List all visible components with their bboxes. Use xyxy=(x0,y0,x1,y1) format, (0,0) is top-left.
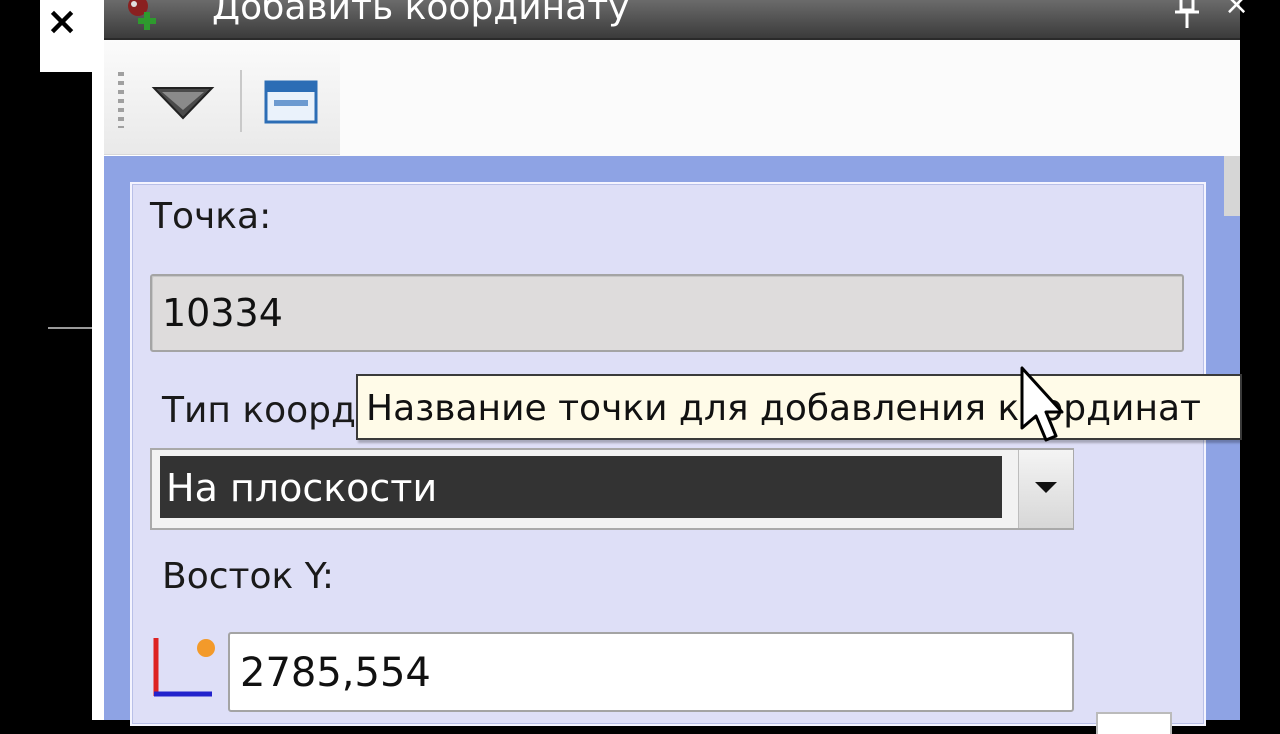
panel-close-icon[interactable]: × xyxy=(1224,0,1254,26)
toolbar-grip[interactable] xyxy=(118,72,124,128)
side-button[interactable] xyxy=(1096,712,1172,734)
toolbar-separator xyxy=(240,70,242,132)
background-black-area xyxy=(40,72,92,720)
close-icon[interactable]: × xyxy=(42,0,82,44)
window-icon[interactable] xyxy=(262,76,322,128)
coord-type-dropdown-button[interactable] xyxy=(1018,450,1073,528)
panel-toolbar xyxy=(104,40,340,155)
scrollbar[interactable] xyxy=(1224,156,1240,216)
east-y-value: 2785,554 xyxy=(240,650,431,696)
tooltip-text: Название точки для добавления координат xyxy=(366,388,1202,429)
east-y-input[interactable]: 2785,554 xyxy=(228,632,1074,712)
mouse-cursor-icon xyxy=(1020,366,1064,442)
add-coordinate-icon xyxy=(128,0,156,30)
coord-type-selected: На плоскости xyxy=(160,456,1002,518)
coord-type-select[interactable]: На плоскости xyxy=(150,448,1074,530)
east-y-label: Восток Y: xyxy=(162,556,335,597)
coord-type-value: На плоскости xyxy=(166,466,438,510)
panel-titlebar[interactable]: Добавить координату × xyxy=(104,0,1249,40)
background-line xyxy=(48,327,92,329)
axis-y-icon xyxy=(153,638,215,697)
point-label: Точка: xyxy=(150,196,272,237)
triangle-down-icon[interactable] xyxy=(148,82,218,126)
toolbar-empty-area xyxy=(340,40,1240,156)
chevron-down-icon xyxy=(1035,482,1057,493)
pin-icon[interactable] xyxy=(1172,0,1202,30)
panel-title: Добавить координату xyxy=(212,0,630,28)
right-black-edge xyxy=(1240,0,1280,720)
point-value: 10334 xyxy=(162,291,283,335)
tooltip: Название точки для добавления координат xyxy=(356,374,1242,440)
point-field[interactable]: 10334 xyxy=(150,274,1184,352)
